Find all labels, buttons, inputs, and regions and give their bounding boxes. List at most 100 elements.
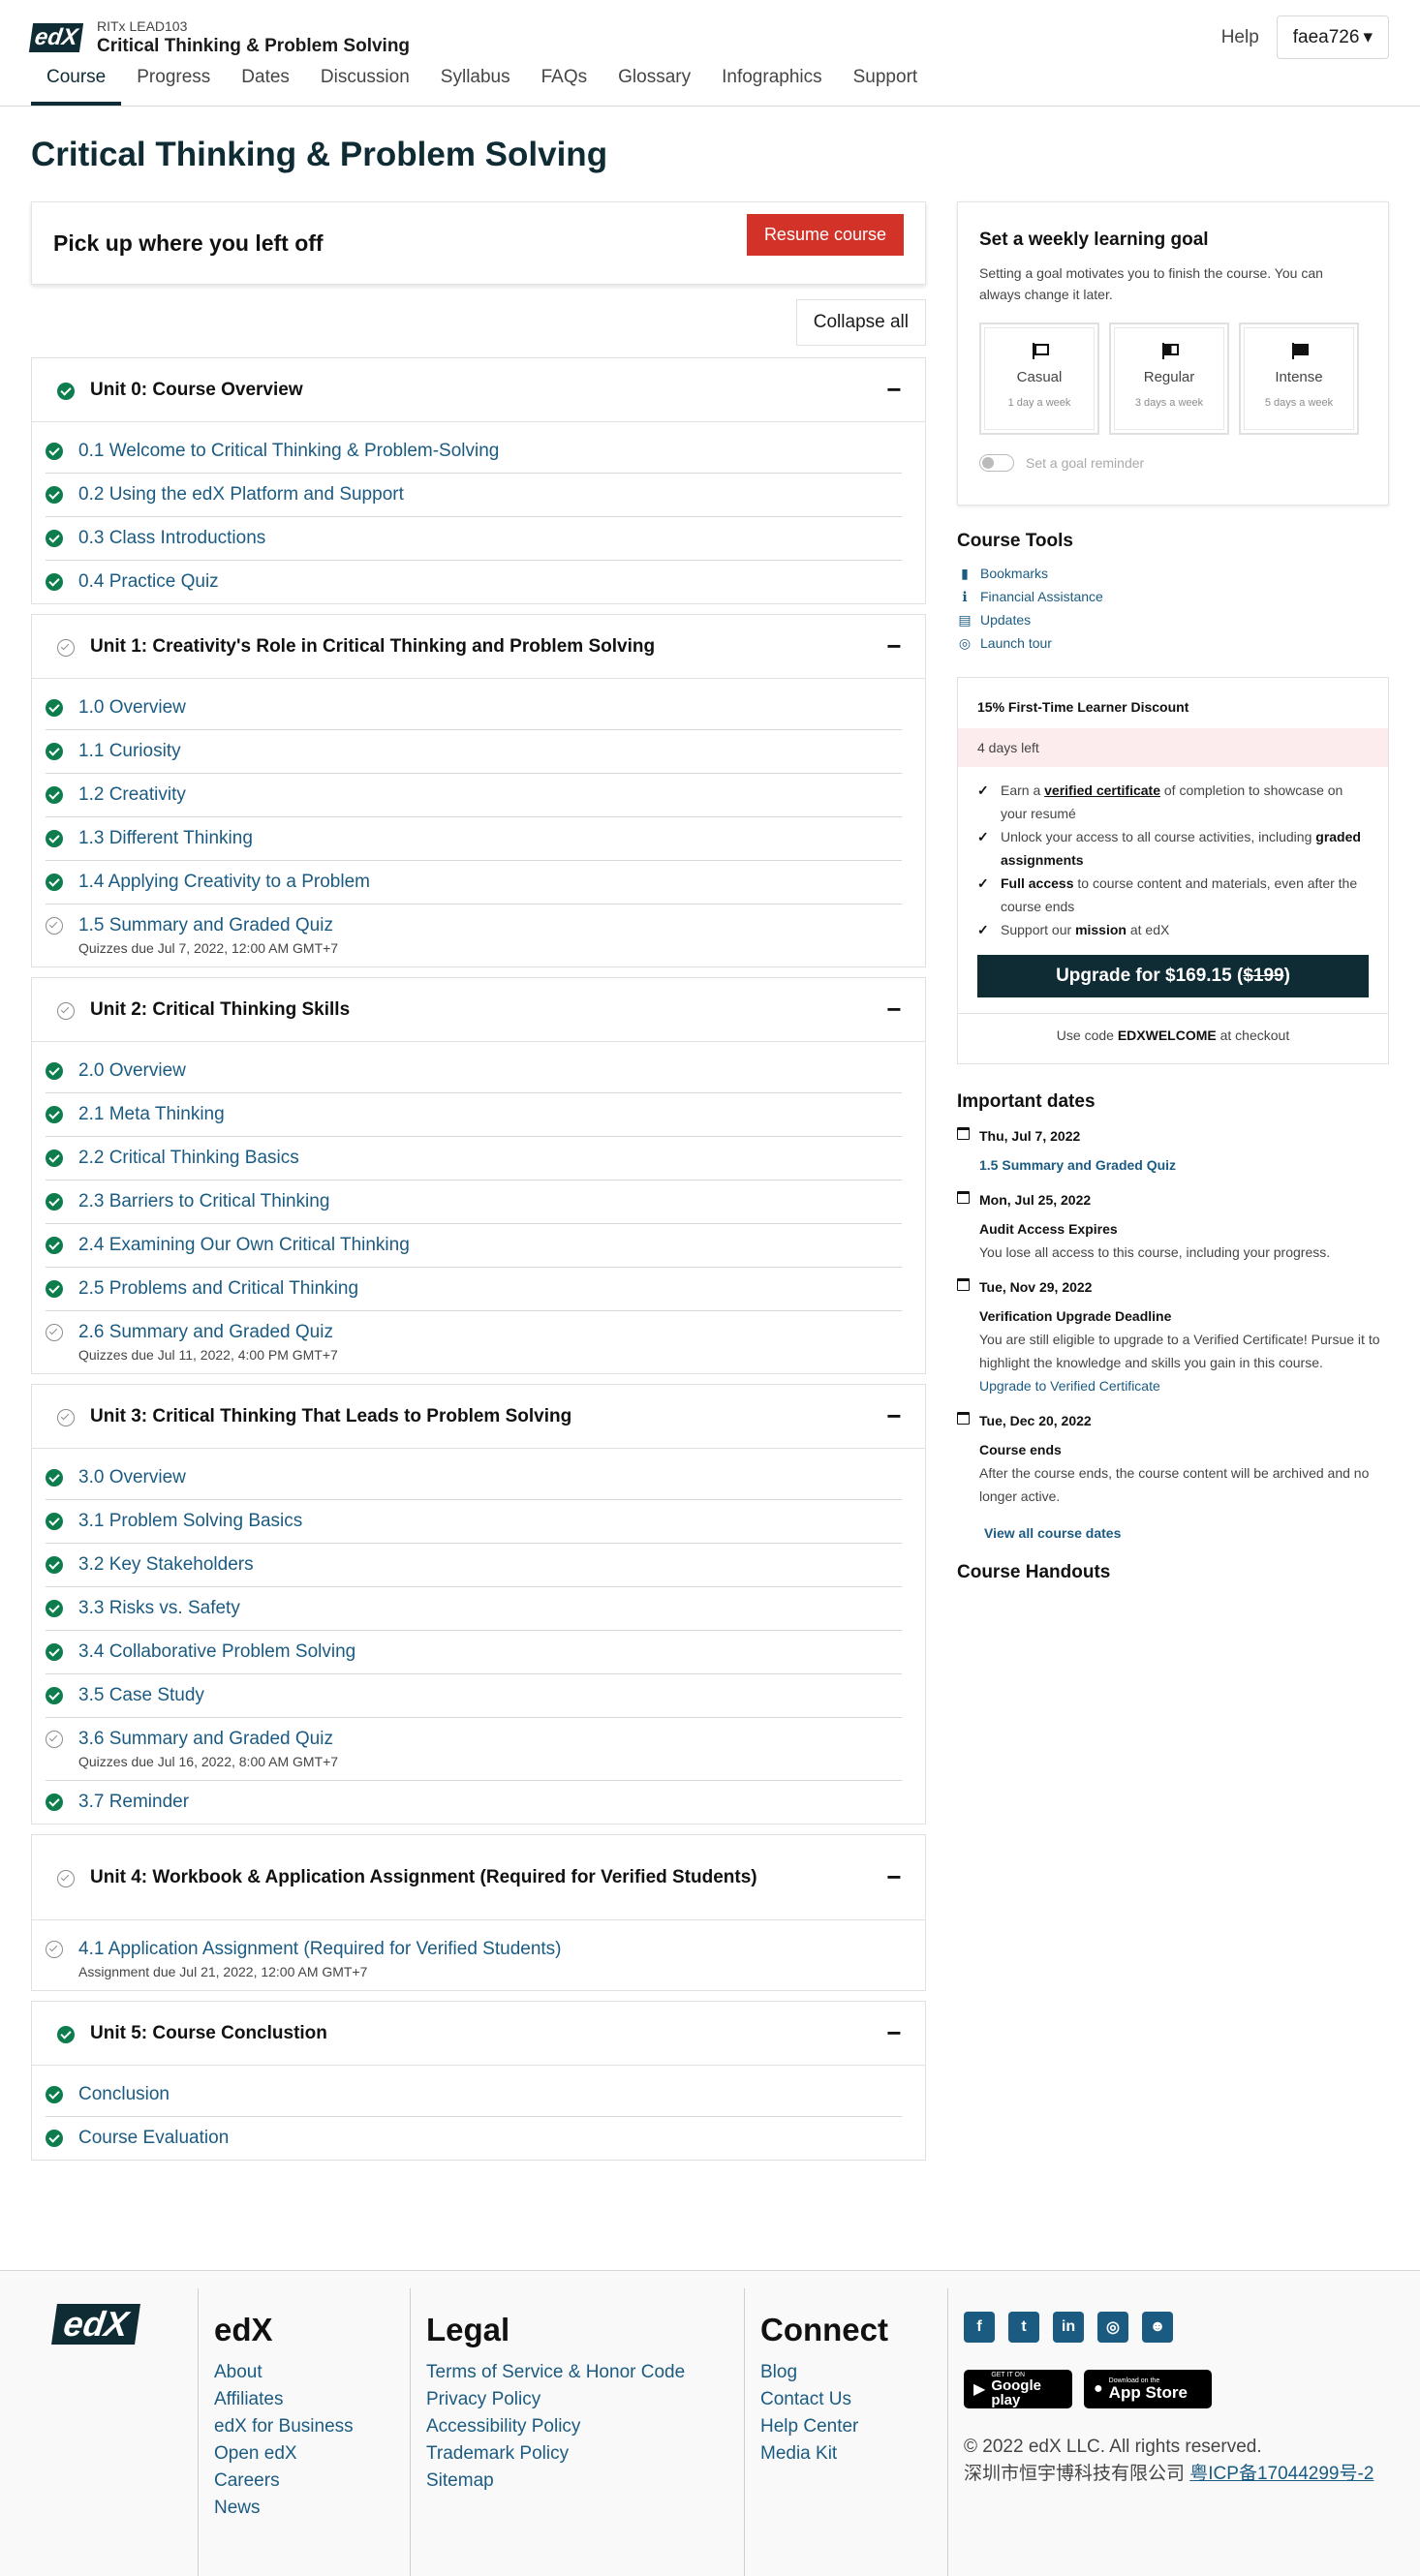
unit-header[interactable]: Unit 3: Critical Thinking That Leads to … xyxy=(32,1385,925,1449)
footer-link[interactable]: Privacy Policy xyxy=(426,2389,685,2410)
reddit-icon[interactable]: ☻ xyxy=(1142,2312,1173,2343)
item-link[interactable]: Conclusion xyxy=(78,2084,170,2104)
item-link[interactable]: 3.2 Key Stakeholders xyxy=(78,1554,254,1575)
unit-item[interactable]: 3.3 Risks vs. Safety xyxy=(46,1587,902,1631)
linkedin-icon[interactable]: in xyxy=(1053,2312,1084,2343)
tab-infographics[interactable]: Infographics xyxy=(706,67,838,106)
footer-link[interactable]: Careers xyxy=(214,2470,354,2492)
unit-item[interactable]: 2.5 Problems and Critical Thinking xyxy=(46,1268,902,1311)
item-link[interactable]: 0.4 Practice Quiz xyxy=(78,571,219,592)
unit-item[interactable]: 2.1 Meta Thinking xyxy=(46,1093,902,1137)
unit-item[interactable]: 3.4 Collaborative Problem Solving xyxy=(46,1631,902,1674)
item-link[interactable]: 2.3 Barriers to Critical Thinking xyxy=(78,1191,329,1211)
unit-item[interactable]: 0.1 Welcome to Critical Thinking & Probl… xyxy=(46,430,902,474)
upgrade-button[interactable]: Upgrade for $169.15 ($199) xyxy=(977,955,1369,997)
goal-option-intense[interactable]: Intense 5 days a week xyxy=(1239,322,1359,435)
unit-header[interactable]: Unit 0: Course Overview − xyxy=(32,358,925,422)
unit-header[interactable]: Unit 2: Critical Thinking Skills − xyxy=(32,978,925,1042)
google-play-badge[interactable]: ▶ GET IT ON Google play xyxy=(964,2370,1072,2408)
unit-item[interactable]: 1.3 Different Thinking xyxy=(46,817,902,861)
goal-reminder-toggle[interactable] xyxy=(979,454,1014,472)
minus-icon[interactable]: − xyxy=(882,1862,906,1892)
footer-link[interactable]: Open edX xyxy=(214,2443,354,2465)
unit-item[interactable]: 1.5 Summary and Graded Quiz Quizzes due J… xyxy=(46,905,902,966)
unit-item[interactable]: 0.2 Using the edX Platform and Support xyxy=(46,474,902,517)
tool-financial-assistance[interactable]: ℹ Financial Assistance xyxy=(957,585,1389,608)
unit-header[interactable]: Unit 5: Course Conclustion − xyxy=(32,2002,925,2066)
item-link[interactable]: 3.3 Risks vs. Safety xyxy=(78,1598,240,1618)
unit-item[interactable]: 2.0 Overview xyxy=(46,1050,902,1093)
footer-link[interactable]: Accessibility Policy xyxy=(426,2416,685,2438)
unit-item[interactable]: 1.2 Creativity xyxy=(46,774,902,817)
footer-link[interactable]: About xyxy=(214,2362,354,2383)
unit-item[interactable]: 1.1 Curiosity xyxy=(46,730,902,774)
date-assignment-link[interactable]: 1.5 Summary and Graded Quiz xyxy=(979,1153,1176,1177)
item-link[interactable]: 0.3 Class Introductions xyxy=(78,528,265,548)
footer-link[interactable]: Affiliates xyxy=(214,2389,354,2410)
help-link[interactable]: Help xyxy=(1221,27,1259,48)
footer-link[interactable]: Contact Us xyxy=(760,2389,888,2410)
unit-item[interactable]: 1.4 Applying Creativity to a Problem xyxy=(46,861,902,905)
minus-icon[interactable]: − xyxy=(882,1401,906,1431)
twitter-icon[interactable]: t xyxy=(1008,2312,1039,2343)
goal-option-regular[interactable]: Regular 3 days a week xyxy=(1109,322,1229,435)
resume-course-button[interactable]: Resume course xyxy=(746,214,904,256)
item-link[interactable]: 2.0 Overview xyxy=(78,1060,186,1081)
item-link[interactable]: 1.4 Applying Creativity to a Problem xyxy=(78,872,370,892)
item-link[interactable]: 3.1 Problem Solving Basics xyxy=(78,1511,302,1531)
unit-item[interactable]: 2.3 Barriers to Critical Thinking xyxy=(46,1181,902,1224)
item-link[interactable]: 2.2 Critical Thinking Basics xyxy=(78,1148,299,1168)
unit-item[interactable]: Course Evaluation xyxy=(46,2117,902,2160)
view-all-dates-link[interactable]: View all course dates xyxy=(984,1525,1389,1541)
footer-link[interactable]: Trademark Policy xyxy=(426,2443,685,2465)
minus-icon[interactable]: − xyxy=(882,995,906,1025)
item-link[interactable]: 1.1 Curiosity xyxy=(78,741,181,761)
item-link[interactable]: 0.1 Welcome to Critical Thinking & Probl… xyxy=(78,441,499,461)
unit-item[interactable]: 3.0 Overview xyxy=(46,1457,902,1500)
goal-option-casual[interactable]: Casual 1 day a week xyxy=(979,322,1099,435)
item-link[interactable]: 1.5 Summary and Graded Quiz xyxy=(78,915,333,935)
footer-link[interactable]: edX for Business xyxy=(214,2416,354,2438)
item-link[interactable]: 4.1 Application Assignment (Required for… xyxy=(78,1939,562,1959)
item-link[interactable]: Course Evaluation xyxy=(78,2128,229,2148)
item-link[interactable]: 3.6 Summary and Graded Quiz xyxy=(78,1729,333,1749)
app-store-badge[interactable]: ● Download on the App Store xyxy=(1084,2370,1212,2408)
minus-icon[interactable]: − xyxy=(882,631,906,661)
upgrade-verified-link[interactable]: Upgrade to Verified Certificate xyxy=(979,1378,1160,1394)
item-link[interactable]: 1.2 Creativity xyxy=(78,784,186,805)
footer-link[interactable]: Terms of Service & Honor Code xyxy=(426,2362,685,2383)
footer-link[interactable]: Help Center xyxy=(760,2416,888,2438)
footer-link[interactable]: Blog xyxy=(760,2362,888,2383)
footer-edx-logo[interactable]: edX xyxy=(51,2304,140,2345)
footer-link[interactable]: Sitemap xyxy=(426,2470,685,2492)
unit-item[interactable]: Conclusion xyxy=(46,2073,902,2117)
tab-discussion[interactable]: Discussion xyxy=(305,67,425,106)
tab-dates[interactable]: Dates xyxy=(226,67,305,106)
unit-item[interactable]: 3.5 Case Study xyxy=(46,1674,902,1718)
item-link[interactable]: 3.4 Collaborative Problem Solving xyxy=(78,1641,355,1662)
item-link[interactable]: 3.0 Overview xyxy=(78,1467,186,1487)
item-link[interactable]: 1.0 Overview xyxy=(78,697,186,718)
unit-item[interactable]: 4.1 Application Assignment (Required for… xyxy=(46,1928,902,1990)
item-link[interactable]: 1.3 Different Thinking xyxy=(78,828,253,848)
unit-item[interactable]: 2.2 Critical Thinking Basics xyxy=(46,1137,902,1181)
minus-icon[interactable]: − xyxy=(882,375,906,405)
unit-item[interactable]: 2.4 Examining Our Own Critical Thinking xyxy=(46,1224,902,1268)
tab-progress[interactable]: Progress xyxy=(121,67,226,106)
minus-icon[interactable]: − xyxy=(882,2018,906,2048)
unit-item[interactable]: 2.6 Summary and Graded Quiz Quizzes due J… xyxy=(46,1311,902,1373)
item-link[interactable]: 0.2 Using the edX Platform and Support xyxy=(78,484,404,505)
unit-item[interactable]: 3.1 Problem Solving Basics xyxy=(46,1500,902,1544)
tool-launch-tour[interactable]: ◎ Launch tour xyxy=(957,631,1389,655)
tab-syllabus[interactable]: Syllabus xyxy=(425,67,526,106)
instagram-icon[interactable]: ◎ xyxy=(1097,2312,1128,2343)
item-link[interactable]: 2.5 Problems and Critical Thinking xyxy=(78,1278,358,1299)
verified-certificate-link[interactable]: verified certificate xyxy=(1044,782,1160,798)
footer-link[interactable]: Media Kit xyxy=(760,2443,888,2465)
item-link[interactable]: 2.6 Summary and Graded Quiz xyxy=(78,1322,333,1342)
icp-link[interactable]: 粤ICP备17044299号-2 xyxy=(1189,2464,1374,2484)
unit-item[interactable]: 3.2 Key Stakeholders xyxy=(46,1544,902,1587)
user-menu-button[interactable]: faea726 ▾ xyxy=(1276,15,1389,59)
unit-item[interactable]: 3.7 Reminder xyxy=(46,1781,902,1824)
tool-updates[interactable]: ▤ Updates xyxy=(957,608,1389,631)
